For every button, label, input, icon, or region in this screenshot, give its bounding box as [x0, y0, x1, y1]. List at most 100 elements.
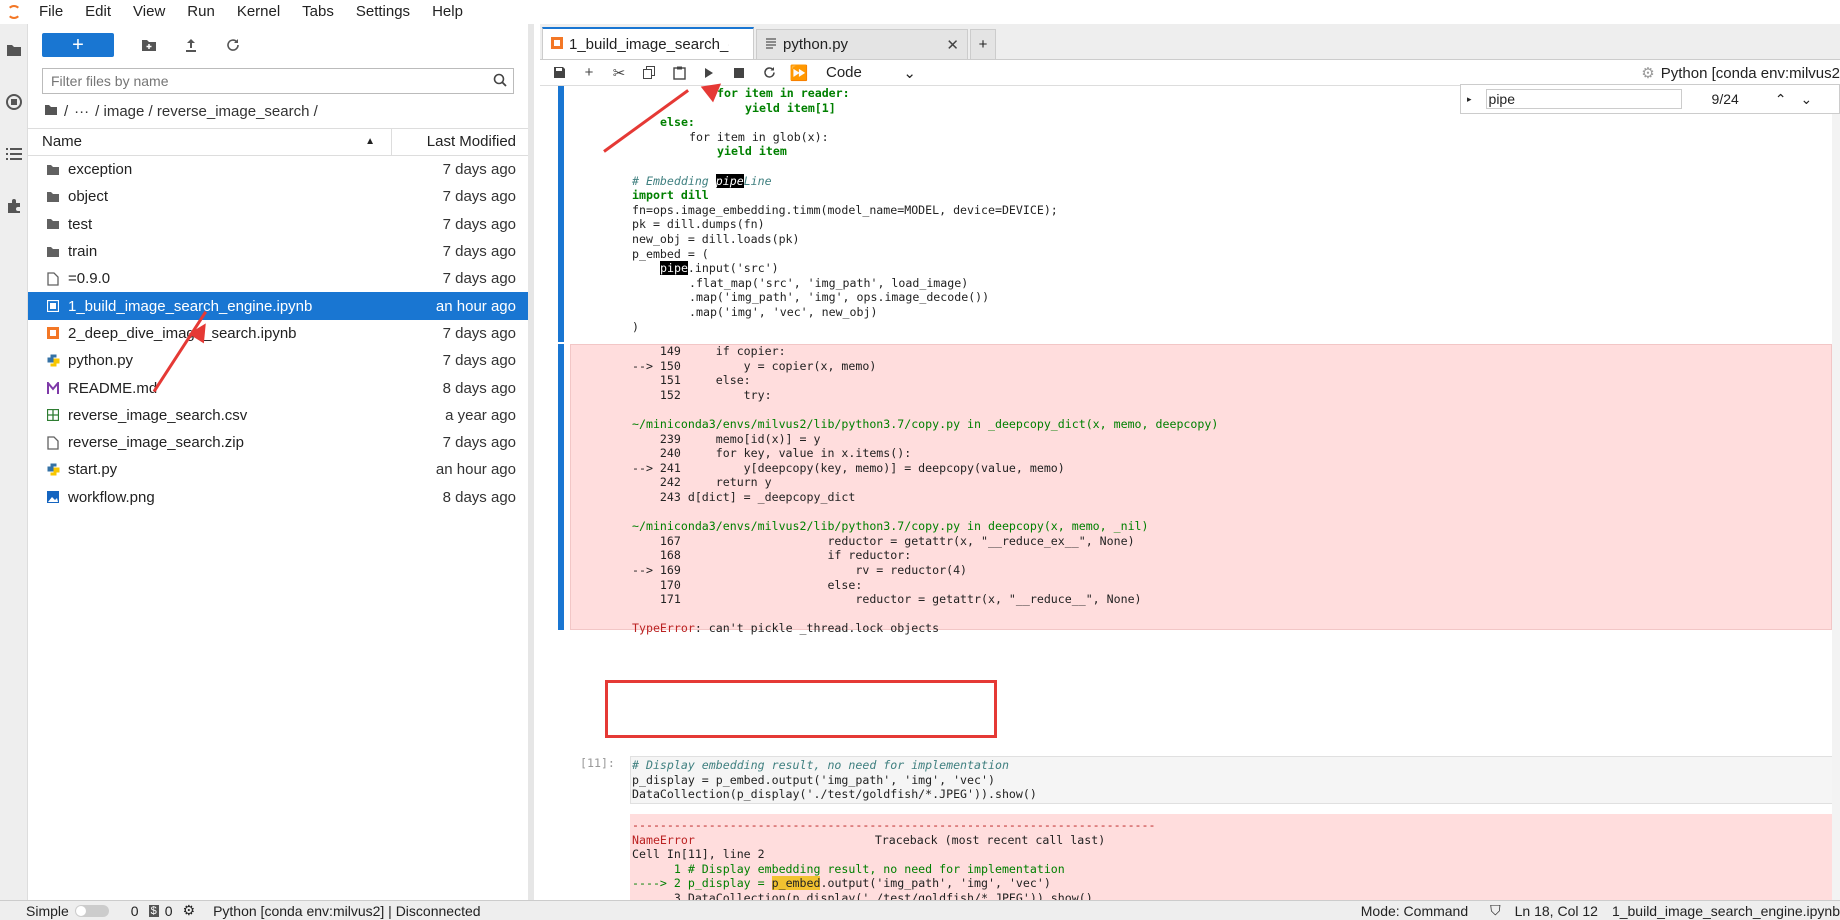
- list-item-selected[interactable]: 1_build_image_search_engine.ipynb an hour…: [28, 292, 528, 320]
- markdown-icon: [28, 381, 64, 395]
- text-file-icon: [765, 36, 777, 53]
- copy-icon[interactable]: [634, 66, 664, 79]
- notebook-content: for item in reader: yield item[1] else: …: [540, 86, 1840, 900]
- code-cell-1[interactable]: for item in reader: yield item[1] else: …: [632, 86, 1058, 334]
- find-count: 9/24: [1711, 91, 1739, 107]
- restart-icon[interactable]: [754, 66, 784, 79]
- menu-view[interactable]: View: [122, 0, 176, 24]
- cell-type-select[interactable]: Code ⌄: [826, 64, 916, 82]
- list-item[interactable]: train 7 days ago: [28, 238, 528, 265]
- find-match: pipe: [715, 173, 744, 188]
- tab-python-py[interactable]: python.py ✕: [756, 29, 968, 59]
- file-browser: + / ··· / image / reverse_image_search /…: [28, 24, 534, 900]
- column-last-modified[interactable]: Last Modified: [392, 128, 528, 156]
- breadcrumb-ellipsis[interactable]: ···: [74, 103, 89, 120]
- list-item[interactable]: exception 7 days ago: [28, 156, 528, 183]
- menu-help[interactable]: Help: [421, 0, 474, 24]
- folder-icon[interactable]: [0, 24, 28, 76]
- code-line: p_display = p_embed.output('img_path', '…: [632, 772, 995, 787]
- save-icon[interactable]: [544, 66, 574, 79]
- traceback-line: 243 d[dict] = _deepcopy_dict: [632, 489, 856, 504]
- annotation-error-highlight: [605, 680, 997, 738]
- file-name: reverse_image_search.zip: [68, 434, 244, 452]
- code-line: .flat_map('src', 'img_path', load_image): [689, 275, 969, 290]
- code-comment: Line: [743, 173, 772, 188]
- menu-kernel[interactable]: Kernel: [226, 0, 291, 24]
- list-item[interactable]: reverse_image_search.zip 7 days ago: [28, 429, 528, 456]
- menu-edit[interactable]: Edit: [74, 0, 122, 24]
- extension-icon[interactable]: [0, 180, 28, 232]
- list-item[interactable]: workflow.png 8 days ago: [28, 484, 528, 511]
- file-icon: [28, 435, 64, 450]
- menu-bar: File Edit View Run Kernel Tabs Settings …: [0, 0, 1840, 24]
- file-modified: 7 days ago: [442, 215, 516, 233]
- tab-notebook[interactable]: 1_build_image_search_en: [542, 27, 754, 59]
- list-item[interactable]: README.md 8 days ago: [28, 374, 528, 401]
- new-launcher-button[interactable]: +: [42, 33, 114, 57]
- sort-ascending-icon: ▲: [365, 136, 375, 147]
- column-name[interactable]: Name ▲: [28, 128, 392, 156]
- code-cell-2[interactable]: # Display embedding result, no need for …: [632, 758, 1037, 802]
- list-item[interactable]: python.py 7 days ago: [28, 347, 528, 374]
- file-name: test: [68, 215, 93, 233]
- list-item[interactable]: object 7 days ago: [28, 183, 528, 210]
- stop-icon[interactable]: [724, 67, 754, 78]
- list-item[interactable]: reverse_image_search.csv a year ago: [28, 402, 528, 429]
- code-line: p_embed = (: [632, 246, 709, 261]
- code-comment: # Display embedding result, no need for …: [632, 758, 1009, 772]
- tab-label: python.py: [783, 36, 849, 53]
- menu-tabs[interactable]: Tabs: [291, 0, 345, 24]
- cursor-position[interactable]: Ln 18, Col 12: [1515, 903, 1598, 919]
- terminal-icon: $: [148, 904, 159, 917]
- refresh-icon[interactable]: [212, 33, 254, 57]
- fast-forward-icon[interactable]: ⏩: [784, 64, 814, 82]
- file-name: object: [68, 188, 109, 206]
- simple-mode-toggle[interactable]: [74, 904, 109, 917]
- close-icon[interactable]: ✕: [946, 36, 959, 54]
- kernel-indicator[interactable]: ⚙ Python [conda env:milvus2: [1641, 60, 1840, 86]
- code-line: fn=ops.image_embedding.timm(model_name=M…: [632, 202, 1058, 217]
- running-icon[interactable]: [0, 76, 28, 128]
- menu-file[interactable]: File: [28, 0, 74, 24]
- root-folder-icon[interactable]: [44, 103, 58, 120]
- folder-icon: [28, 218, 64, 230]
- traceback-line: 151 else:: [632, 373, 751, 388]
- kernel-status[interactable]: Python [conda env:milvus2] | Disconnecte…: [213, 903, 480, 919]
- file-filter-field[interactable]: [51, 73, 481, 89]
- traceback-line: 1 # Display embedding result, no need fo…: [632, 861, 1065, 876]
- breadcrumb-root[interactable]: /: [64, 103, 68, 120]
- toc-icon[interactable]: [0, 128, 28, 180]
- code-line: import dill: [632, 188, 709, 203]
- spreadsheet-icon: [28, 409, 64, 422]
- file-modified: a year ago: [445, 406, 516, 424]
- breadcrumb-path[interactable]: / image / reverse_image_search /: [95, 103, 318, 120]
- traceback-line: Cell In[11], line 2: [632, 847, 765, 862]
- file-filter-input[interactable]: [42, 68, 514, 94]
- error-type: TypeError: [632, 621, 695, 636]
- file-modified: 7 days ago: [442, 352, 516, 370]
- run-icon[interactable]: [694, 67, 724, 79]
- list-item[interactable]: test 7 days ago: [28, 211, 528, 238]
- menu-settings[interactable]: Settings: [345, 0, 421, 24]
- cut-icon[interactable]: ✂: [604, 64, 634, 82]
- list-item[interactable]: =0.9.0 7 days ago: [28, 265, 528, 292]
- menu-run[interactable]: Run: [176, 0, 226, 24]
- traceback-line: --> 169 rv = reductor(4): [632, 562, 968, 577]
- insert-cell-icon[interactable]: +: [574, 64, 604, 81]
- file-name: 2_deep_dive_image_search.ipynb: [68, 324, 297, 342]
- file-modified: 8 days ago: [442, 379, 516, 397]
- list-item[interactable]: start.py an hour ago: [28, 456, 528, 483]
- new-folder-icon[interactable]: [128, 33, 170, 57]
- list-item[interactable]: 2_deep_dive_image_search.ipynb 7 days ago: [28, 320, 528, 347]
- traceback-line: ----> 2 p_display =: [632, 876, 772, 891]
- file-name: README.md: [68, 379, 158, 397]
- add-tab-button[interactable]: +: [970, 29, 996, 59]
- find-nav-arrows[interactable]: ⌃⌄: [1775, 91, 1826, 108]
- folder-icon: [28, 191, 64, 203]
- upload-icon[interactable]: [170, 33, 212, 57]
- cell-prompt: [11]:: [580, 756, 615, 770]
- chevron-right-icon[interactable]: ▸: [1467, 94, 1472, 105]
- paste-icon[interactable]: [664, 66, 694, 80]
- scrollbar[interactable]: [1832, 86, 1840, 900]
- find-input[interactable]: pipe: [1485, 89, 1682, 109]
